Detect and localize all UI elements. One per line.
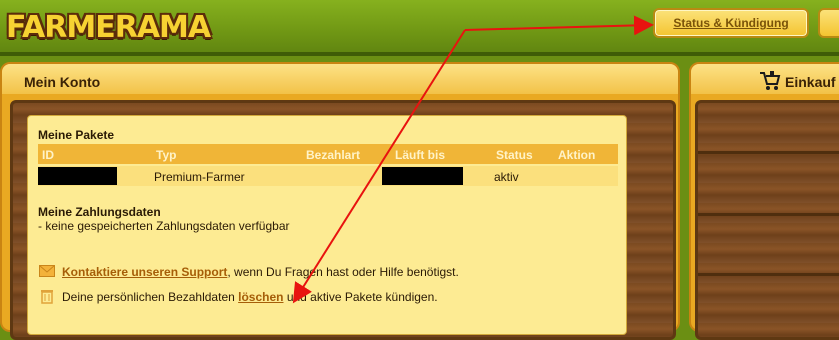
payment-text: - keine gespeicherten Zahlungsdaten verf… [38,219,290,233]
col-aktion: Aktion [558,148,596,162]
shop-panel: Einkauf [689,62,839,340]
trash-icon [41,290,53,304]
status-kuendigung-label: Status & Kündigung [673,16,789,30]
shop-wood-background [695,100,839,340]
table-row: Premium-Farmer aktiv [38,166,618,186]
redacted-expiry [382,167,463,185]
header-extra-button[interactable] [818,8,839,38]
package-status: aktiv [494,170,519,184]
shopping-cart-icon [760,71,781,90]
support-text: , wenn Du Fragen hast oder Hilfe benötig… [227,265,459,279]
mail-icon [39,265,55,277]
top-bar-stripe [0,52,839,56]
package-type: Premium-Farmer [154,170,245,184]
account-content: Meine Pakete ID Typ Bezahlart Läuft bis … [27,115,627,335]
status-kuendigung-button[interactable]: Status & Kündigung [653,8,809,38]
logo-text: FARMERAMA [6,9,211,45]
col-laeuft-bis: Läuft bis [395,148,445,162]
packages-table-header: ID Typ Bezahlart Läuft bis Status Aktion [38,144,618,164]
delete-text-before: Deine persönlichen Bezahldaten [62,290,239,304]
shop-wood-divider [698,151,839,154]
col-bezahlart: Bezahlart [306,148,361,162]
account-panel-header [2,64,678,94]
support-link[interactable]: Kontaktiere unseren Support [62,265,227,279]
payment-title: Meine Zahlungsdaten [38,205,161,219]
account-panel-title: Mein Konto [24,74,101,90]
packages-title: Meine Pakete [38,128,115,142]
shop-wood-divider [698,213,839,216]
col-status: Status [496,148,533,162]
shop-panel-title: Einkauf [785,74,836,90]
shop-wood-divider [698,273,839,276]
delete-link[interactable]: löschen [238,290,283,304]
support-line: Kontaktiere unseren Support, wenn Du Fra… [62,265,459,279]
redacted-id [38,167,117,185]
farmerama-logo[interactable]: FARMERAMA [6,6,211,48]
col-id: ID [42,148,54,162]
delete-text-after: und aktive Pakete kündigen. [283,290,438,304]
col-typ: Typ [156,148,177,162]
delete-line: Deine persönlichen Bezahldaten löschen u… [62,290,438,304]
